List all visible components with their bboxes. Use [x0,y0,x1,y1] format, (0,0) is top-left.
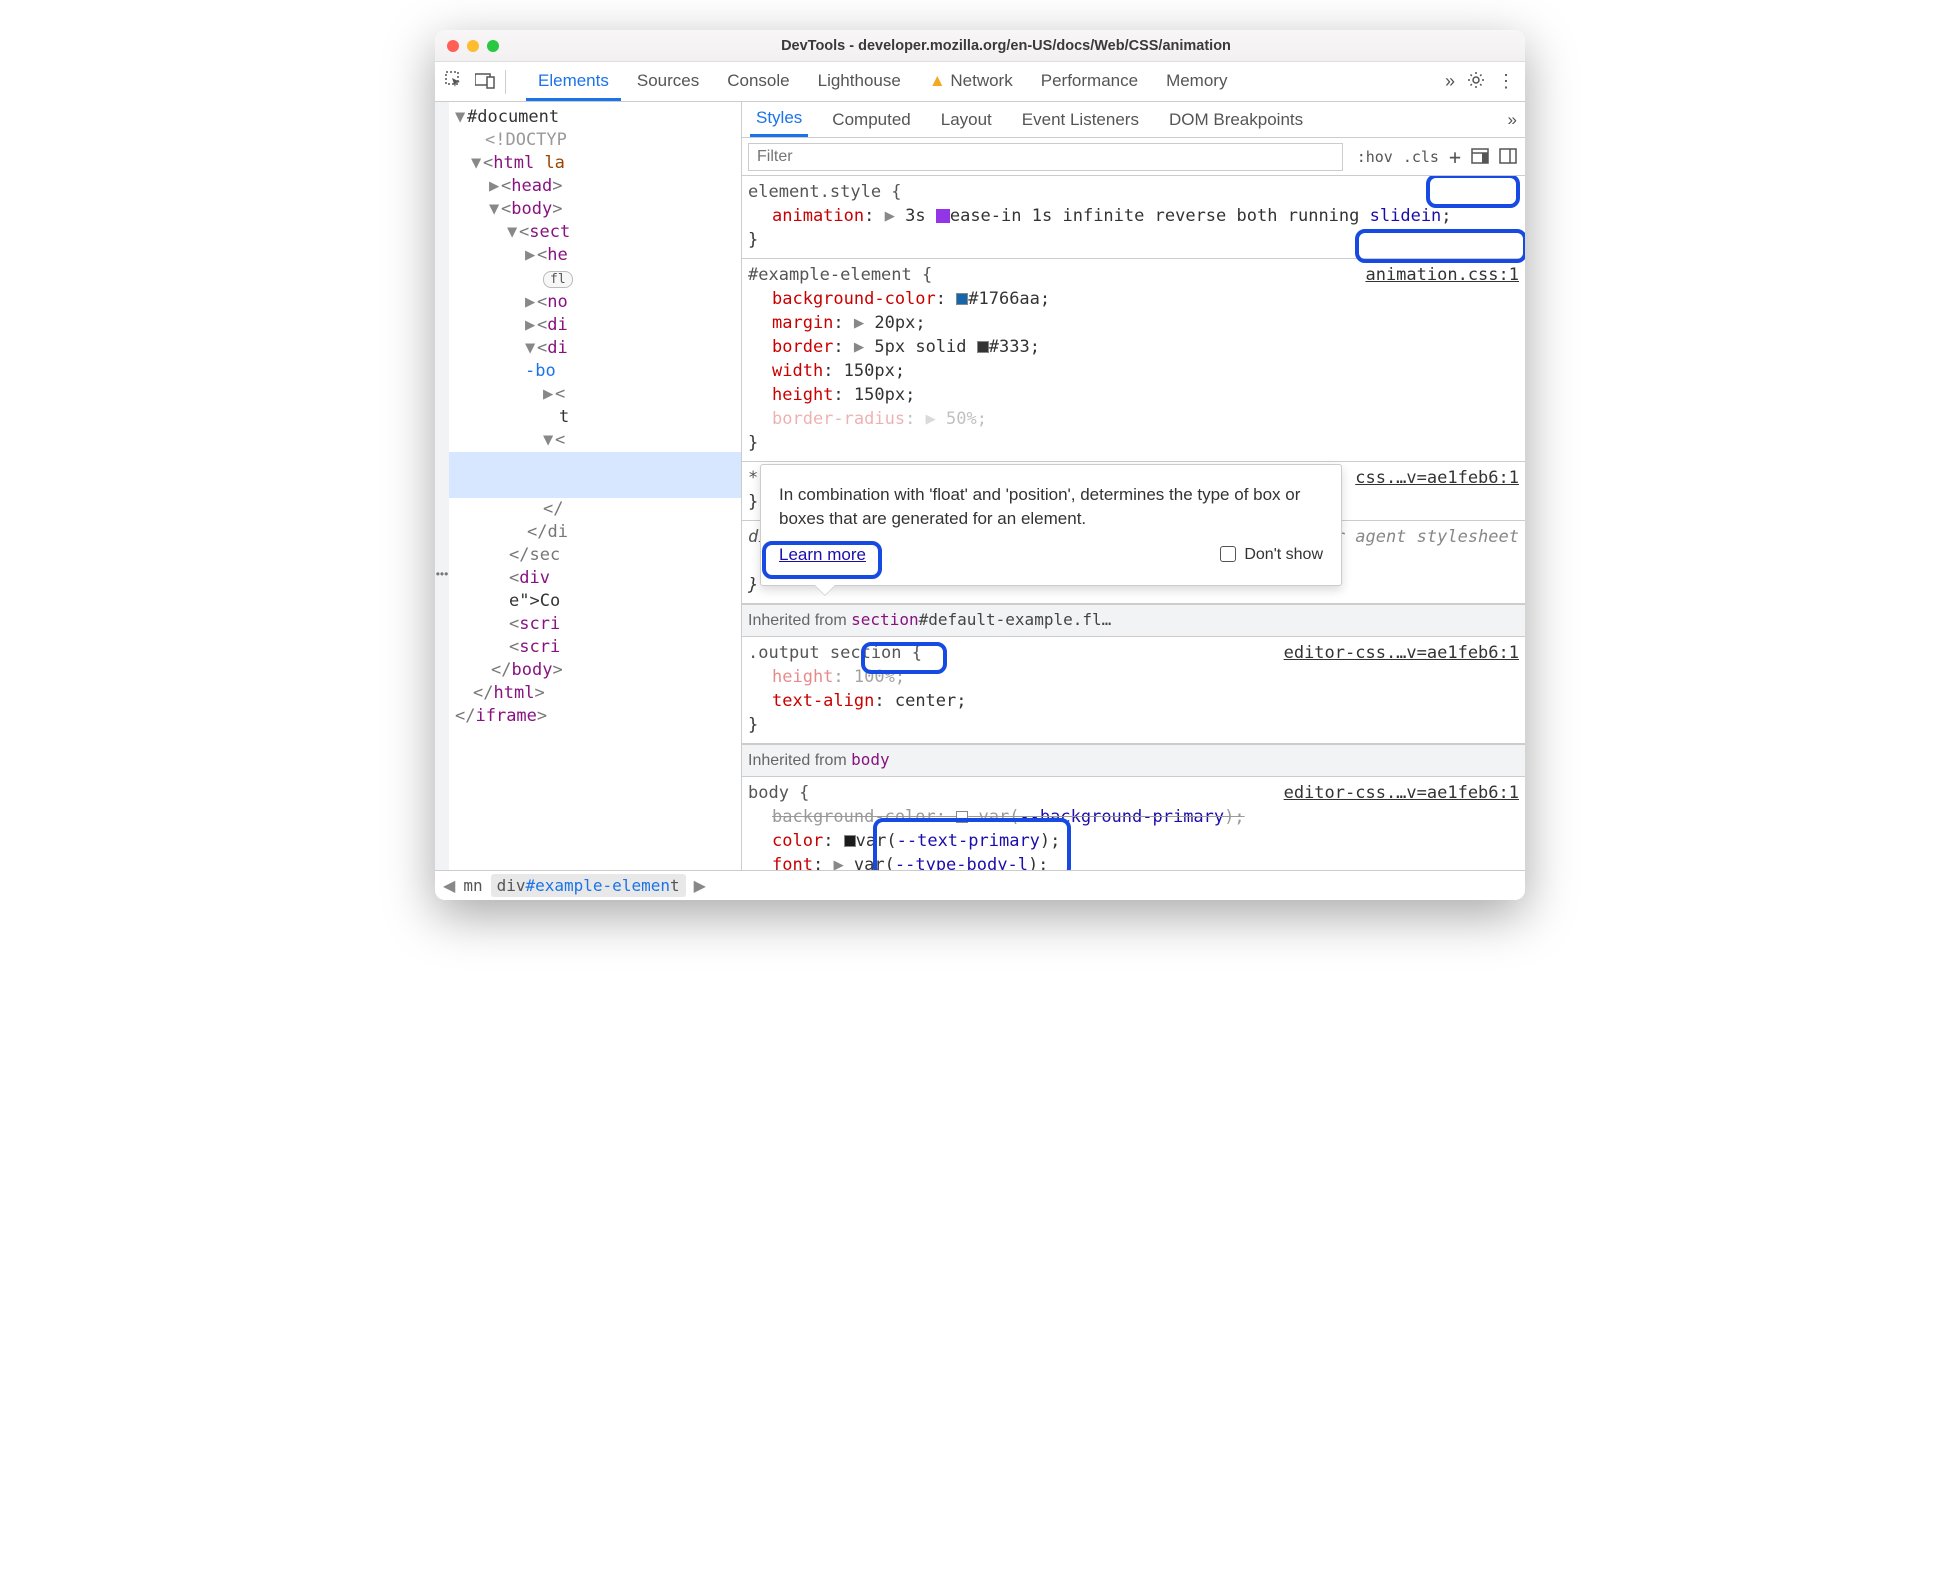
property-doc-popover: In combination with 'float' and 'positio… [760,464,1342,586]
panel-layout-icon[interactable] [1499,148,1517,166]
color-swatch-icon[interactable] [956,293,968,305]
rule-output-section[interactable]: editor-css.…v=ae1feb6:1 .output section … [742,637,1525,744]
source-link[interactable]: animation.css:1 [1365,263,1519,287]
source-link[interactable]: editor-css.…v=ae1feb6:1 [1284,781,1519,805]
more-sub-tabs-icon[interactable]: » [1508,110,1517,130]
sub-tab-styles[interactable]: Styles [750,102,808,137]
tab-console[interactable]: Console [715,63,801,101]
select-element-icon[interactable] [445,71,463,92]
zoom-icon[interactable] [487,40,499,52]
main-toolbar: Elements Sources Console Lighthouse ▲ Ne… [435,62,1525,102]
tab-sources[interactable]: Sources [625,63,711,101]
sub-tab-layout[interactable]: Layout [935,104,998,136]
chevron-right-icon[interactable]: ▶ [694,876,706,896]
tab-memory[interactable]: Memory [1154,63,1239,101]
titlebar: DevTools - developer.mozilla.org/en-US/d… [435,30,1525,62]
breadcrumb-selected[interactable]: div#example-element [491,874,686,897]
tab-lighthouse[interactable]: Lighthouse [806,63,913,101]
learn-more-link[interactable]: Learn more [779,543,866,567]
close-icon[interactable] [447,40,459,52]
kebab-menu-icon[interactable]: ⋮ [1497,71,1515,92]
source-link[interactable]: editor-css.…v=ae1feb6:1 [1284,641,1519,665]
dom-tree[interactable]: ▼#document <!DOCTYP ▼<html la ▶<head> ▼<… [449,102,742,870]
chevron-left-icon[interactable]: ◀ [443,876,455,896]
color-swatch-icon[interactable] [977,341,989,353]
styles-filter-input[interactable] [748,143,1343,171]
flex-badge[interactable]: fl [543,271,573,288]
dont-show-checkbox[interactable]: Don't show [1220,543,1323,567]
sub-tab-event-listeners[interactable]: Event Listeners [1016,104,1145,136]
popover-text: In combination with 'float' and 'positio… [779,483,1323,531]
color-swatch-icon[interactable] [844,835,856,847]
selected-dom-node[interactable] [449,452,741,498]
minimize-icon[interactable] [467,40,479,52]
sub-tab-dom-breakpoints[interactable]: DOM Breakpoints [1163,104,1309,136]
cubic-bezier-icon[interactable] [936,209,950,223]
tab-elements[interactable]: Elements [526,63,621,101]
window-title: DevTools - developer.mozilla.org/en-US/d… [499,38,1513,54]
rule-element-style[interactable]: element.style { animation: ▶ 3s ease-in … [742,176,1525,259]
hov-button[interactable]: :hov [1357,148,1393,166]
sub-tab-computed[interactable]: Computed [826,104,916,136]
warning-icon: ▲ [929,71,946,90]
checkbox-icon[interactable] [1220,546,1236,562]
device-toggle-icon[interactable] [475,71,495,92]
settings-icon[interactable] [1467,71,1485,92]
rule-body[interactable]: editor-css.…v=ae1feb6:1 body { backgroun… [742,777,1525,870]
more-tabs-icon[interactable]: » [1445,71,1455,92]
tab-network[interactable]: ▲ Network [917,63,1025,101]
inherited-from-section: Inherited from section#default-example.f… [742,604,1525,637]
source-link[interactable]: css.…v=ae1feb6:1 [1355,466,1519,490]
traffic-lights [447,40,499,52]
styles-panel: Styles Computed Layout Event Listeners D… [742,102,1525,870]
computed-sidebar-icon[interactable] [1471,148,1489,166]
tab-performance[interactable]: Performance [1029,63,1150,101]
rule-example-element[interactable]: animation.css:1 #example-element { backg… [742,259,1525,462]
new-rule-button[interactable]: + [1449,145,1461,169]
inherited-from-body: Inherited from body [742,744,1525,777]
devtools-window: DevTools - developer.mozilla.org/en-US/d… [435,30,1525,900]
animation-name-link[interactable]: slidein [1370,206,1442,226]
breadcrumb[interactable]: ◀ mn div#example-element ▶ [435,870,1525,900]
side-gutter: ••• [435,102,449,870]
cls-button[interactable]: .cls [1403,148,1439,166]
